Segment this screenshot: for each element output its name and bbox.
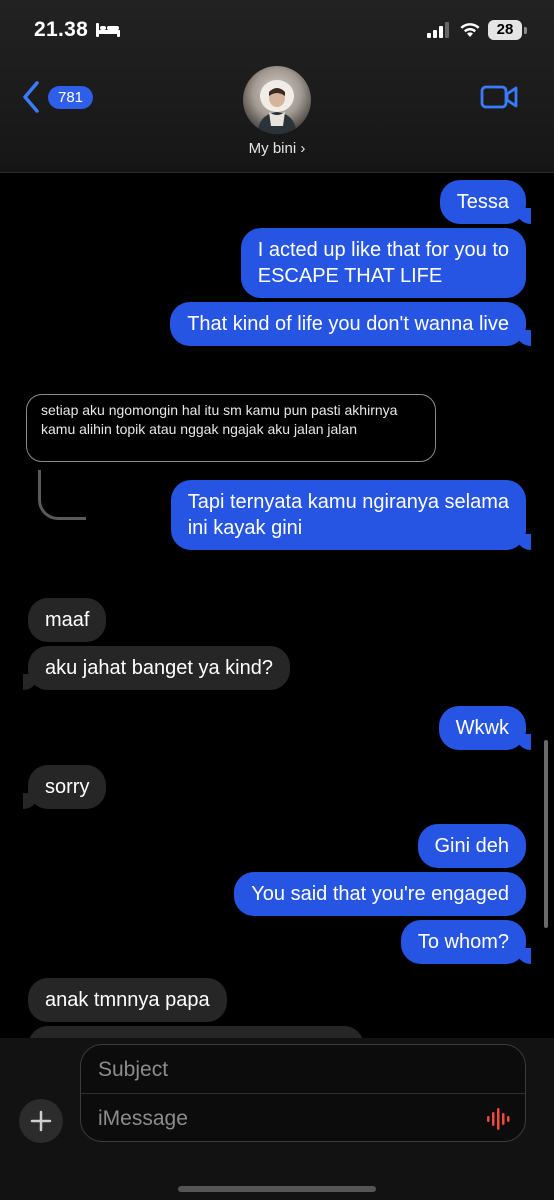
contact-name[interactable]: My bini › — [0, 140, 554, 157]
message-bubble-outgoing[interactable]: That kind of life you don't wanna live — [170, 302, 531, 346]
back-button[interactable]: 781 — [20, 80, 94, 114]
message-bubble-outgoing[interactable]: Tessa — [439, 180, 532, 224]
status-time: 21.38 — [34, 18, 89, 41]
avatar-photo — [257, 80, 297, 134]
battery-nub — [524, 27, 527, 34]
home-indicator[interactable] — [178, 1186, 376, 1192]
reply-connector — [38, 470, 86, 520]
subject-field[interactable]: Subject — [98, 1058, 168, 1082]
signal-icon — [427, 22, 449, 38]
video-call-icon[interactable] — [480, 84, 518, 110]
message-bubble-outgoing[interactable]: Wkwk — [438, 706, 532, 750]
bed-icon — [96, 23, 120, 37]
message-bubble-incoming[interactable]: sorry — [22, 765, 107, 809]
apps-plus-button[interactable] — [19, 1099, 63, 1143]
audio-wave-icon[interactable] — [486, 1108, 512, 1130]
scrollbar[interactable] — [544, 740, 548, 928]
message-bubble-incoming[interactable]: anak tmnnya papa — [28, 978, 227, 1022]
back-chevron-icon — [23, 81, 39, 113]
message-bubble-incoming[interactable]: aku jahat banget ya kind? — [23, 646, 290, 690]
reply-quote[interactable]: setiap aku ngomongin hal itu sm kamu pun… — [26, 394, 436, 462]
composer-divider — [80, 1093, 526, 1094]
status-bar: 21.38 28 — [0, 0, 554, 60]
message-bubble-outgoing[interactable]: Tapi ternyata kamu ngiranya selama ini k… — [170, 480, 532, 550]
message-bubble-incoming[interactable]: maaf — [28, 598, 107, 642]
message-bubble-outgoing[interactable]: I acted up like that for you to ESCAPE T… — [240, 228, 526, 298]
message-bubble-outgoing[interactable]: Gini deh — [417, 824, 526, 868]
message-bubble-outgoing[interactable]: To whom? — [400, 920, 532, 964]
plus-icon — [30, 1110, 52, 1132]
imessage-field[interactable]: iMessage — [98, 1107, 188, 1131]
message-bubble-outgoing[interactable]: You said that you're engaged — [234, 872, 526, 916]
conversation-header: 21.38 28 781 My bini › — [0, 0, 554, 173]
contact-avatar[interactable] — [243, 66, 311, 134]
wifi-icon — [460, 23, 480, 37]
unread-count-badge: 781 — [48, 85, 94, 109]
battery-indicator: 28 — [488, 20, 522, 40]
